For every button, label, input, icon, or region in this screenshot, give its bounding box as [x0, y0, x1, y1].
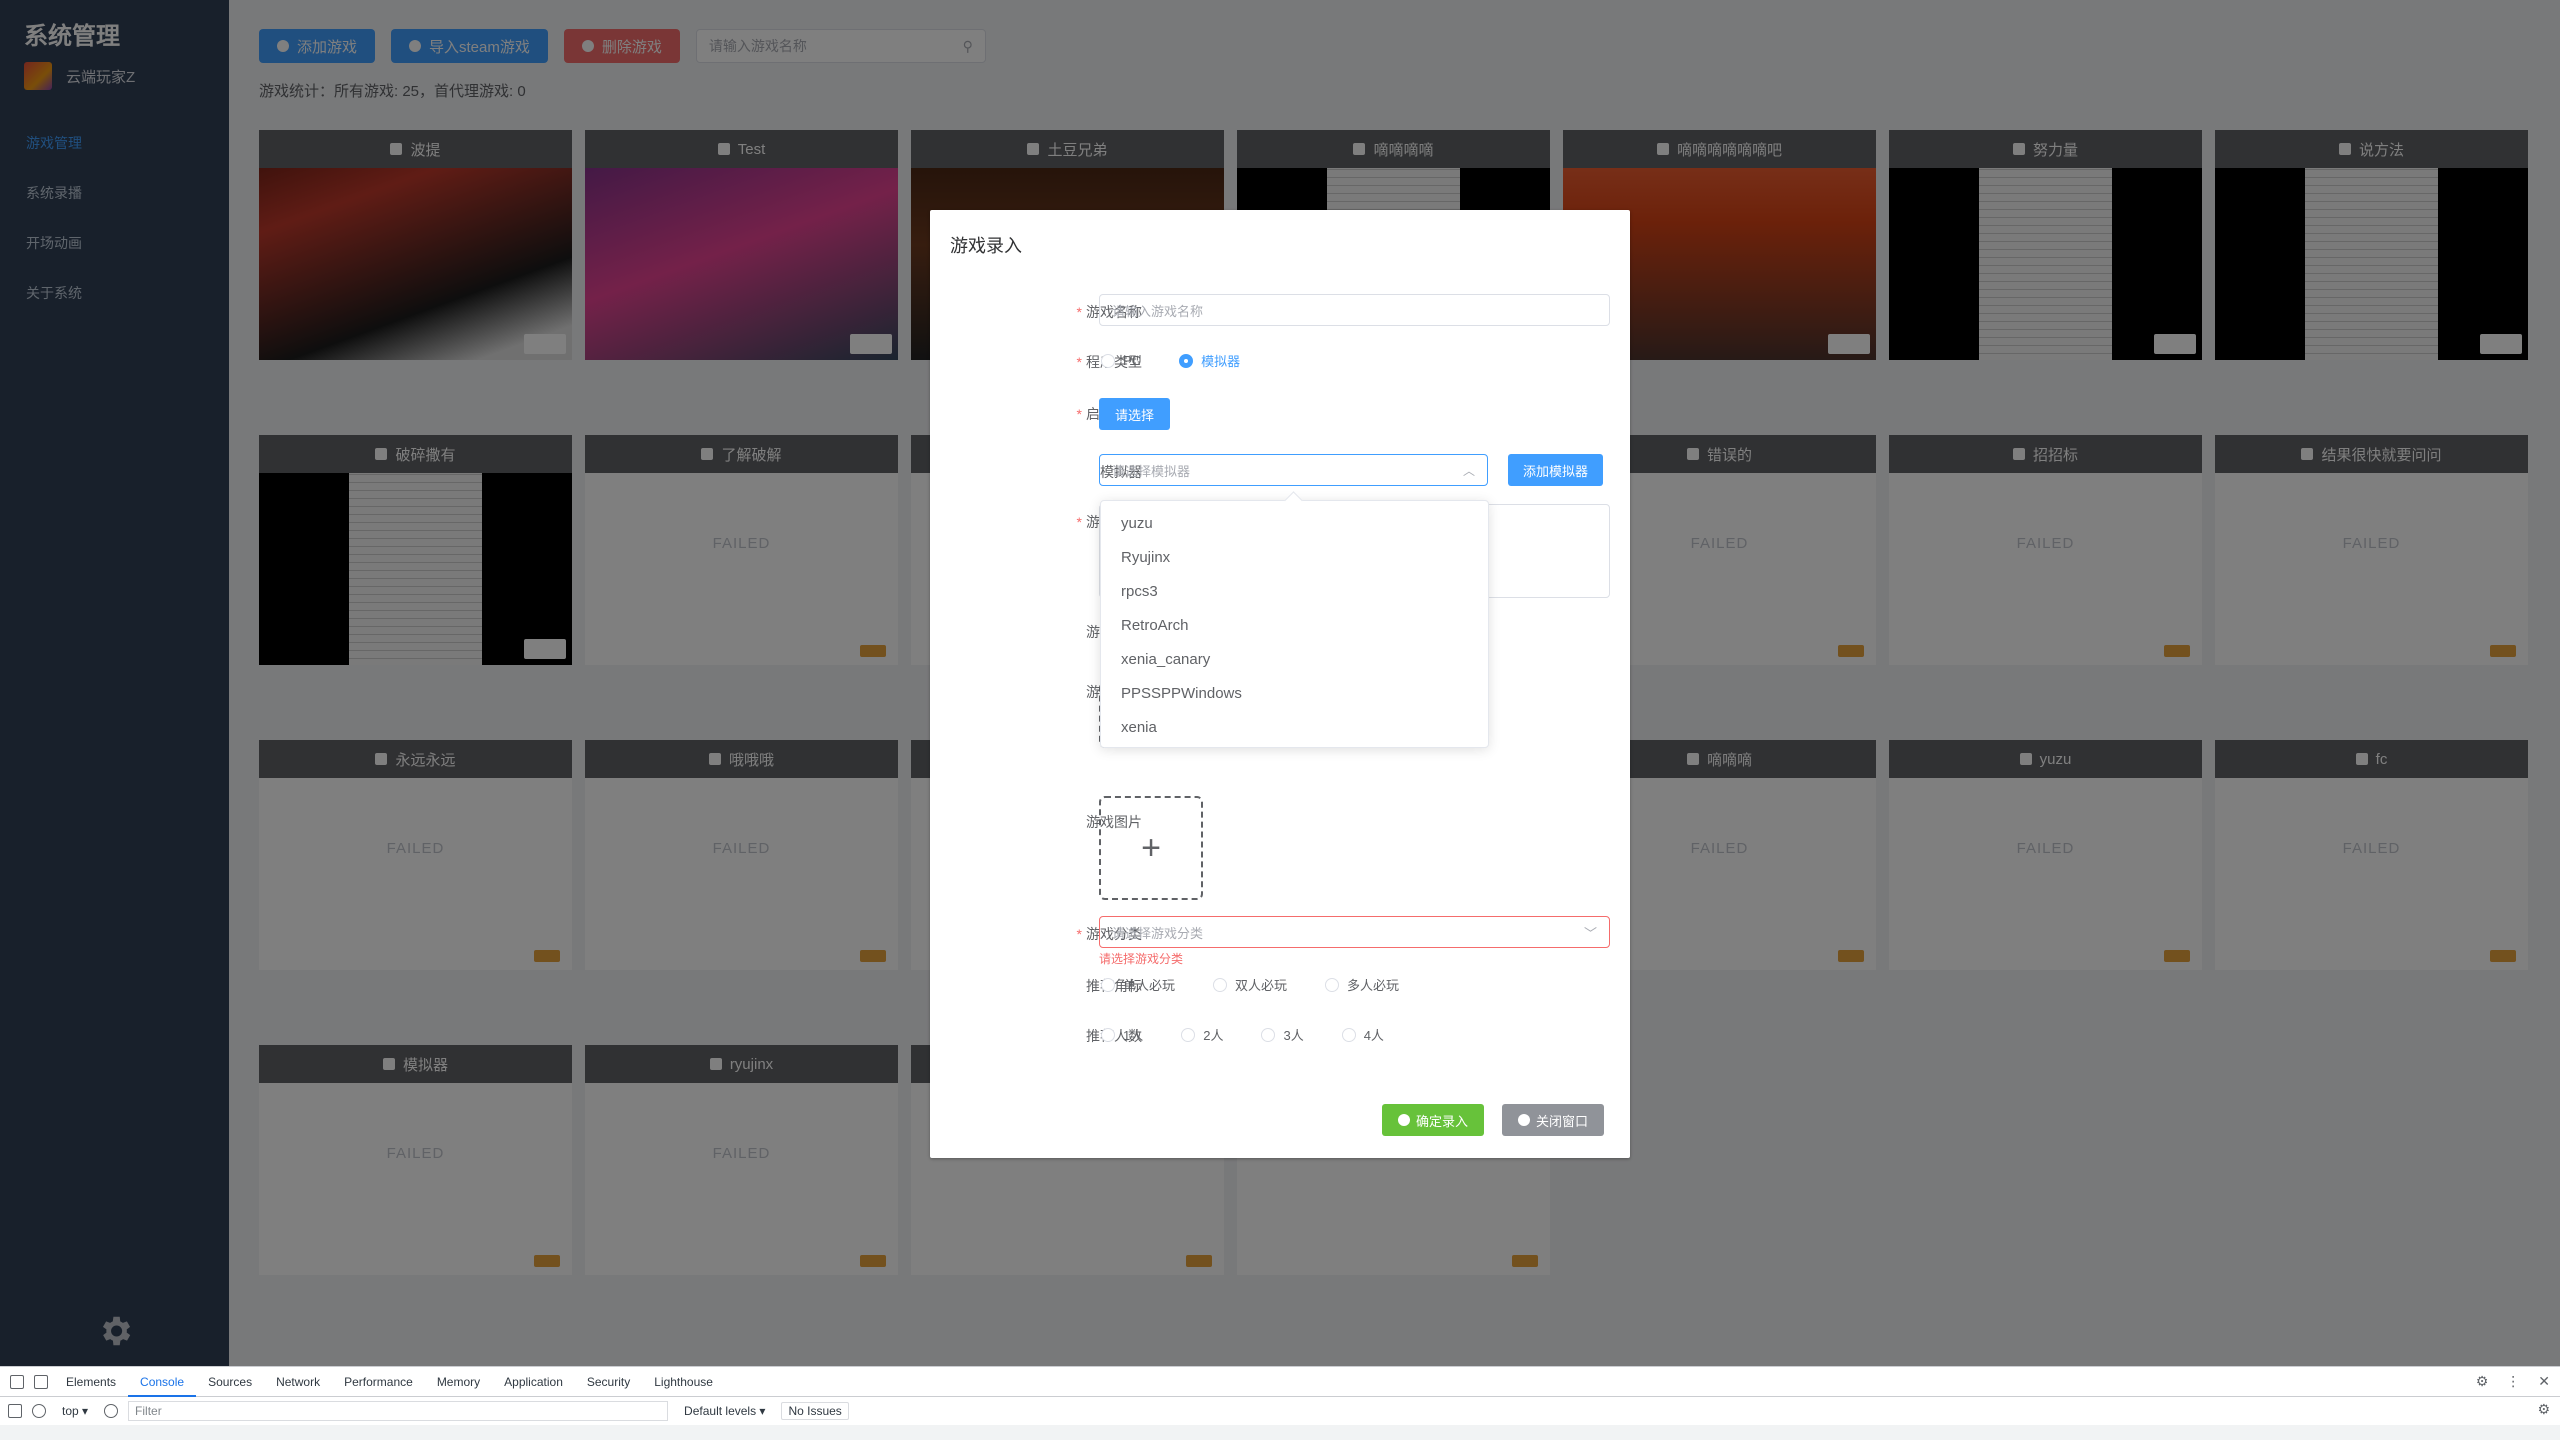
sidebar-toggle-icon[interactable]	[8, 1404, 22, 1418]
devtools-tab-performance[interactable]: Performance	[332, 1367, 425, 1397]
emulator-option[interactable]: rpcs3	[1101, 575, 1488, 609]
devtools-tab-memory[interactable]: Memory	[425, 1367, 492, 1397]
program-type-emulator-radio[interactable]: 模拟器	[1179, 351, 1240, 370]
devtools-tab-lighthouse[interactable]: Lighthouse	[642, 1367, 725, 1397]
devtools-tab-sources[interactable]: Sources	[196, 1367, 264, 1397]
devtools-tab-security[interactable]: Security	[575, 1367, 642, 1397]
category-placeholder: 请选择游戏分类	[1112, 925, 1204, 941]
emulator-option[interactable]: RetroArch	[1101, 609, 1488, 643]
close-dialog-button[interactable]: 关闭窗口	[1502, 1104, 1605, 1136]
devtools-panel: Elements Console Sources Network Performance…	[0, 1366, 2560, 1440]
badge-multi-radio[interactable]: 多人必玩	[1325, 975, 1399, 994]
players-2-radio[interactable]: 2人	[1181, 1025, 1223, 1044]
devtools-tab-elements[interactable]: Elements	[54, 1367, 128, 1397]
inspect-icon[interactable]	[10, 1374, 24, 1389]
devtools-tabs: Elements Console Sources Network Performance…	[0, 1367, 2560, 1397]
emulator-option[interactable]: xenia_canary	[1101, 643, 1488, 677]
add-emulator-button[interactable]: 添加模拟器	[1508, 454, 1604, 486]
log-levels-select[interactable]: Default levels ▾	[678, 1404, 771, 1418]
console-settings-icon[interactable]: ⚙	[2537, 1401, 2550, 1418]
badge-single-radio[interactable]: 单人必玩	[1101, 975, 1175, 994]
category-select[interactable]: 请选择游戏分类 ﹀	[1099, 916, 1610, 948]
dialog-title: 游戏录入	[950, 236, 1022, 256]
plus-icon: +	[1141, 828, 1161, 867]
emulator-option[interactable]: Ryujinx	[1101, 541, 1488, 575]
chevron-up-icon: ︿	[1462, 463, 1475, 478]
issues-badge[interactable]: No Issues	[781, 1402, 849, 1420]
console-area[interactable]	[0, 1425, 2560, 1440]
eye-icon[interactable]	[104, 1404, 119, 1418]
emulator-option[interactable]: yuzu	[1101, 507, 1488, 541]
emulator-option[interactable]: PPSSPPWindows	[1101, 677, 1488, 711]
emulator-placeholder: 请选择模拟器	[1112, 463, 1191, 479]
devtools-tab-application[interactable]: Application	[492, 1367, 575, 1397]
check-icon	[1398, 1114, 1410, 1126]
emulator-option[interactable]: xenia	[1101, 711, 1488, 745]
game-name-input[interactable]: 请输入游戏名称	[1099, 294, 1610, 326]
category-error: 请选择游戏分类	[1099, 952, 1184, 966]
devtools-actions: ⚙ ⋮ ✕	[2476, 1373, 2550, 1390]
chevron-down-icon: ﹀	[1583, 925, 1597, 941]
confirm-entry-button[interactable]: 确定录入	[1382, 1104, 1485, 1136]
choose-launcher-button[interactable]: 请选择	[1099, 398, 1171, 430]
program-type-pc-radio[interactable]: PC	[1101, 353, 1141, 368]
devtools-tab-network[interactable]: Network	[264, 1367, 332, 1397]
devtools-settings-icon[interactable]: ⚙	[2476, 1373, 2489, 1390]
clear-console-icon[interactable]	[32, 1404, 46, 1418]
emulator-dropdown: yuzu Ryujinx rpcs3 RetroArch xenia_canary PPS…	[1100, 500, 1489, 748]
close-icon	[1518, 1114, 1530, 1126]
players-3-radio[interactable]: 3人	[1261, 1025, 1304, 1044]
players-1-radio[interactable]: 1人	[1101, 1025, 1143, 1044]
players-4-radio[interactable]: 4人	[1341, 1025, 1384, 1044]
console-filter-input[interactable]: Filter	[128, 1401, 669, 1421]
images-uploader[interactable]: +	[1099, 796, 1203, 900]
close-dialog-label: 关闭窗口	[1536, 1113, 1589, 1129]
console-toolbar: top ▾ Filter Default levels ▾ No Issues	[0, 1397, 2560, 1425]
devtools-more-icon[interactable]: ⋮	[2506, 1373, 2520, 1390]
device-toggle-icon[interactable]	[34, 1374, 48, 1389]
badge-double-radio[interactable]: 双人必玩	[1213, 975, 1287, 994]
devtools-close-icon[interactable]: ✕	[2538, 1373, 2550, 1390]
confirm-entry-label: 确定录入	[1416, 1113, 1469, 1129]
context-select[interactable]: top ▾	[56, 1404, 94, 1418]
devtools-tab-console[interactable]: Console	[128, 1367, 197, 1397]
emulator-select[interactable]: 请选择模拟器 ︿	[1099, 454, 1488, 486]
